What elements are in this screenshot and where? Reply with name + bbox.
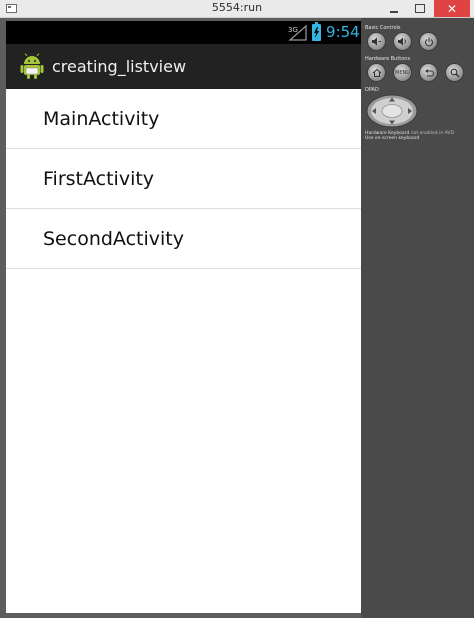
keyboard-hint-line2: Use on-screen keyboard	[365, 136, 420, 142]
list-item-label: MainActivity	[43, 108, 160, 130]
volume-up-button[interactable]	[393, 32, 412, 51]
search-button[interactable]	[445, 63, 464, 82]
network-type: 3G	[288, 26, 298, 34]
status-bar: 3G 9:54	[6, 21, 361, 44]
title-bar: 5554:run ✕	[0, 0, 474, 18]
dpad-control[interactable]	[366, 94, 418, 128]
volume-down-button[interactable]	[367, 32, 386, 51]
menu-label: MENU	[395, 69, 410, 76]
list-item-main-activity[interactable]: MainActivity	[6, 89, 361, 149]
signal-icon: 3G	[288, 25, 307, 41]
list-item-second-activity[interactable]: SecondActivity	[6, 209, 361, 269]
battery-icon	[312, 22, 321, 41]
back-icon	[424, 68, 434, 76]
maximize-button[interactable]	[407, 0, 433, 17]
list-item-label: FirstActivity	[43, 168, 155, 190]
search-icon	[450, 68, 459, 77]
power-button[interactable]	[419, 32, 438, 51]
close-icon: ✕	[446, 1, 458, 16]
close-button[interactable]: ✕	[434, 0, 470, 17]
home-button[interactable]	[367, 63, 386, 82]
menu-button[interactable]: MENU	[393, 63, 412, 82]
action-bar: creating_listview	[6, 44, 361, 89]
home-icon	[372, 68, 381, 77]
emulator-window: 5554:run ✕ 3G 9:54 creating_listview Mai…	[0, 0, 474, 618]
power-icon	[424, 37, 433, 46]
back-button[interactable]	[419, 63, 438, 82]
dpad-heading: DPAD	[365, 87, 379, 93]
keyboard-hint: Hardware Keyboard not enabled in AVD Use…	[365, 131, 454, 142]
minimize-button[interactable]	[381, 0, 407, 17]
volume-up-icon	[398, 37, 406, 46]
status-time: 9:54	[326, 23, 360, 41]
activity-list: MainActivity FirstActivity SecondActivit…	[6, 89, 361, 269]
dpad-center-button	[381, 104, 403, 118]
emulator-control-panel: Basic Controls Hardware Buttons MENU DPA…	[361, 18, 474, 618]
list-item-label: SecondActivity	[43, 228, 184, 250]
android-logo-icon	[20, 53, 44, 79]
app-title: creating_listview	[52, 57, 187, 76]
device-screen: 3G 9:54 creating_listview MainActivity F…	[6, 21, 361, 613]
basic-controls-heading: Basic Controls	[365, 25, 401, 31]
list-item-first-activity[interactable]: FirstActivity	[6, 149, 361, 209]
hardware-buttons-heading: Hardware Buttons	[365, 56, 411, 62]
volume-down-icon	[372, 37, 381, 46]
